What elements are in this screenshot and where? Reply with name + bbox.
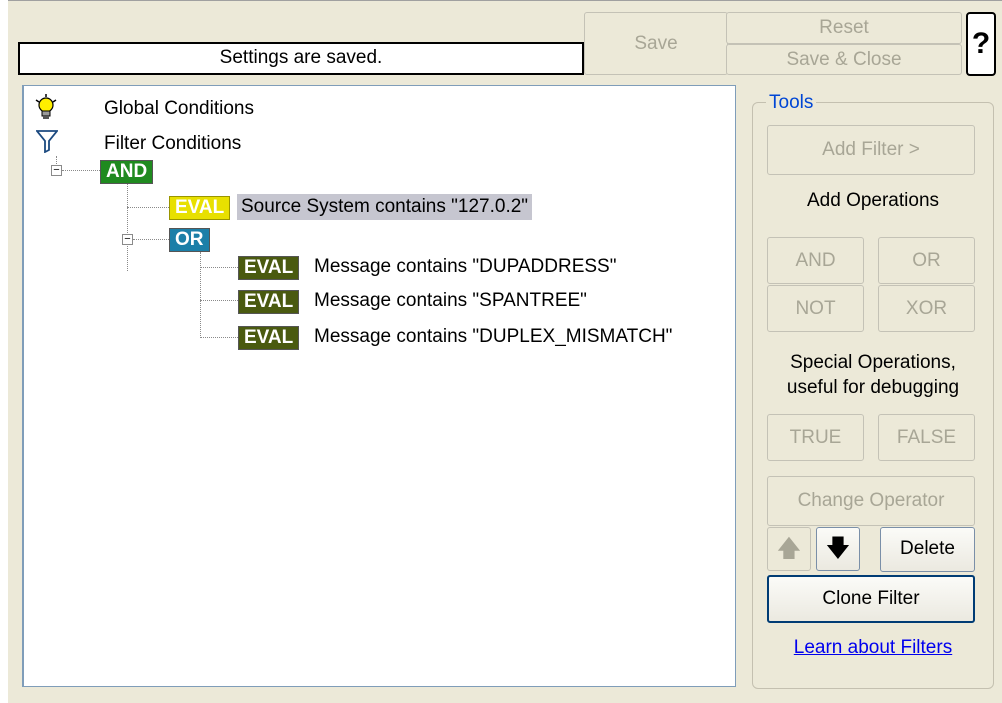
tree-connector — [133, 239, 169, 240]
not-button[interactable]: NOT — [767, 285, 864, 332]
or-operator-tag[interactable]: OR — [169, 228, 210, 252]
tree-connector — [200, 252, 201, 338]
eval-tag[interactable]: EVAL — [169, 196, 231, 220]
tree-connector — [200, 267, 238, 268]
learn-about-filters-link[interactable]: Learn about Filters — [752, 637, 994, 659]
tree-connector — [127, 207, 169, 208]
special-operations-label: Special Operations, — [790, 352, 956, 373]
status-message: Settings are saved. — [18, 42, 584, 75]
false-button[interactable]: FALSE — [878, 414, 975, 461]
tree-connector — [62, 170, 100, 171]
condition-spantree[interactable]: Message contains "SPANTREE" — [314, 290, 587, 312]
collapse-toggle[interactable]: − — [122, 234, 133, 245]
or-button[interactable]: OR — [878, 237, 975, 284]
save-and-close-button[interactable]: Save & Close — [726, 44, 962, 75]
tree-connector — [200, 337, 238, 338]
clone-filter-button[interactable]: Clone Filter — [767, 575, 975, 623]
condition-dupaddress[interactable]: Message contains "DUPADDRESS" — [314, 256, 616, 278]
tools-legend: Tools — [766, 92, 817, 114]
condition-duplex-mismatch[interactable]: Message contains "DUPLEX_MISMATCH" — [314, 326, 672, 348]
tree-connector — [127, 183, 128, 271]
filter-tree[interactable]: Global Conditions Filter Conditions − AN… — [22, 85, 736, 687]
tree-connector — [56, 156, 57, 164]
eval-tag[interactable]: EVAL — [238, 256, 300, 280]
lightbulb-icon — [34, 94, 58, 126]
change-operator-button[interactable]: Change Operator — [767, 476, 975, 526]
tree-connector — [200, 300, 238, 301]
move-down-button[interactable]: 🡇 — [816, 527, 860, 571]
xor-button[interactable]: XOR — [878, 285, 975, 332]
funnel-icon — [35, 129, 59, 159]
eval-tag[interactable]: EVAL — [238, 326, 300, 350]
add-operations-label: Add Operations — [806, 190, 940, 211]
special-operations-sublabel: useful for debugging — [786, 377, 960, 398]
tree-node-filter-conditions[interactable]: Filter Conditions — [104, 133, 241, 155]
collapse-toggle[interactable]: − — [51, 165, 62, 176]
true-button[interactable]: TRUE — [767, 414, 864, 461]
move-up-button[interactable]: 🡅 — [767, 527, 811, 571]
and-operator-tag[interactable]: AND — [100, 160, 154, 184]
reset-button[interactable]: Reset — [726, 12, 962, 44]
add-filter-button[interactable]: Add Filter > — [767, 125, 975, 175]
delete-button[interactable]: Delete — [880, 527, 975, 572]
tree-node-global-conditions[interactable]: Global Conditions — [104, 98, 254, 120]
eval-tag[interactable]: EVAL — [238, 290, 300, 314]
condition-source-system[interactable]: Source System contains "127.0.2" — [237, 194, 533, 220]
help-button[interactable]: ? — [966, 12, 996, 76]
save-button[interactable]: Save — [584, 12, 728, 75]
and-button[interactable]: AND — [767, 237, 864, 284]
